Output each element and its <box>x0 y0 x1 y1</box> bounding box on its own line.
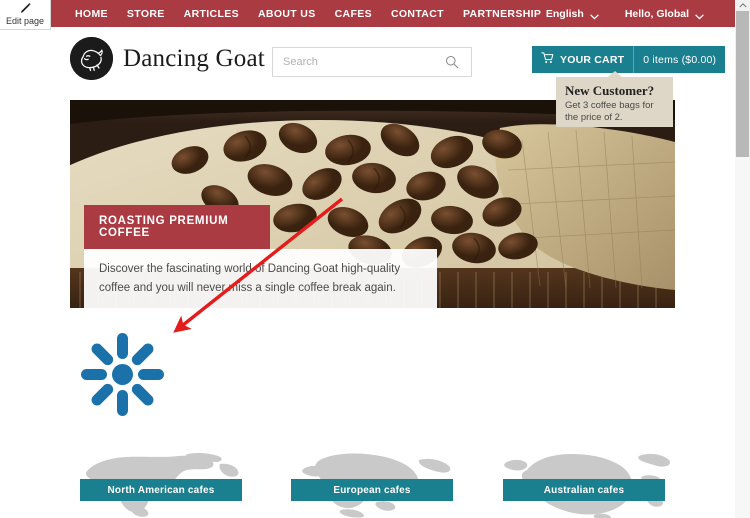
scroll-up-arrow-icon[interactable] <box>735 0 750 11</box>
language-selector-label: English <box>545 7 584 20</box>
scrollbar-thumb[interactable] <box>736 11 749 157</box>
cart-title: YOUR CART <box>560 53 625 66</box>
cafe-card-europe: European cafes <box>281 450 463 518</box>
nav-item-about-us[interactable]: ABOUT US <box>258 8 316 20</box>
edit-page-button[interactable]: Edit page <box>0 0 51 30</box>
north-american-cafes-button[interactable]: North American cafes <box>80 479 242 501</box>
promo-title: New Customer? <box>565 83 655 98</box>
australian-cafes-button[interactable]: Australian cafes <box>503 479 665 501</box>
cart-button[interactable]: YOUR CART 0 items ($0.00) <box>532 46 726 73</box>
hero-banner: ROASTING PREMIUM COFFEE Discover the fas… <box>70 100 675 308</box>
search-icon[interactable] <box>441 55 463 69</box>
chevron-down-icon <box>695 11 704 20</box>
main-menu: HOME STORE ARTICLES ABOUT US CAFES CONTA… <box>75 8 541 20</box>
promo-text: Get 3 coffee bags for the price of 2. <box>565 100 654 123</box>
vertical-scrollbar[interactable] <box>735 0 750 518</box>
site-logo[interactable]: Dancing Goat <box>70 37 265 80</box>
nav-item-contact[interactable]: CONTACT <box>391 8 444 20</box>
nav-item-store[interactable]: STORE <box>127 8 165 20</box>
user-greeting-label: Hello, Global <box>624 7 689 20</box>
page-root: Edit page HOME STORE ARTICLES ABOUT US C… <box>0 0 750 518</box>
shopping-cart-icon <box>541 52 554 67</box>
loading-spinner-icon <box>80 332 165 417</box>
search-input[interactable] <box>273 48 441 76</box>
goat-logo-icon <box>70 37 113 80</box>
european-cafes-button[interactable]: European cafes <box>291 479 453 501</box>
cafe-card-north-america: North American cafes <box>70 450 252 518</box>
nav-item-partnership[interactable]: PARTNERSHIP <box>463 8 541 20</box>
cart-summary: 0 items ($0.00) <box>643 53 717 66</box>
nav-item-home[interactable]: HOME <box>75 8 108 20</box>
language-selector[interactable]: English <box>546 8 599 20</box>
brand-name: Dancing Goat <box>123 44 265 72</box>
chevron-down-icon <box>589 11 599 20</box>
nav-item-cafes[interactable]: CAFES <box>335 8 372 20</box>
top-navigation-bar: HOME STORE ARTICLES ABOUT US CAFES CONTA… <box>51 0 740 27</box>
hero-caption: ROASTING PREMIUM COFFEE Discover the fas… <box>84 205 437 308</box>
search-box[interactable] <box>272 47 472 77</box>
nav-utility-menu: English Hello, Global <box>546 8 704 20</box>
cart-label-group: YOUR CART <box>532 46 633 73</box>
user-account-menu[interactable]: Hello, Global <box>625 8 704 20</box>
nav-item-articles[interactable]: ARTICLES <box>184 8 239 20</box>
hero-description: Discover the fascinating world of Dancin… <box>84 249 437 308</box>
hero-title: ROASTING PREMIUM COFFEE <box>84 205 270 249</box>
cafes-section: North American cafes European cafes Aust… <box>70 450 675 518</box>
pencil-icon <box>18 2 32 15</box>
scrollbar-track[interactable] <box>735 157 750 518</box>
cafe-card-australia: Australian cafes <box>493 450 675 518</box>
promo-tooltip[interactable]: New Customer? Get 3 coffee bags for the … <box>556 71 673 127</box>
edit-page-label: Edit page <box>5 16 45 26</box>
